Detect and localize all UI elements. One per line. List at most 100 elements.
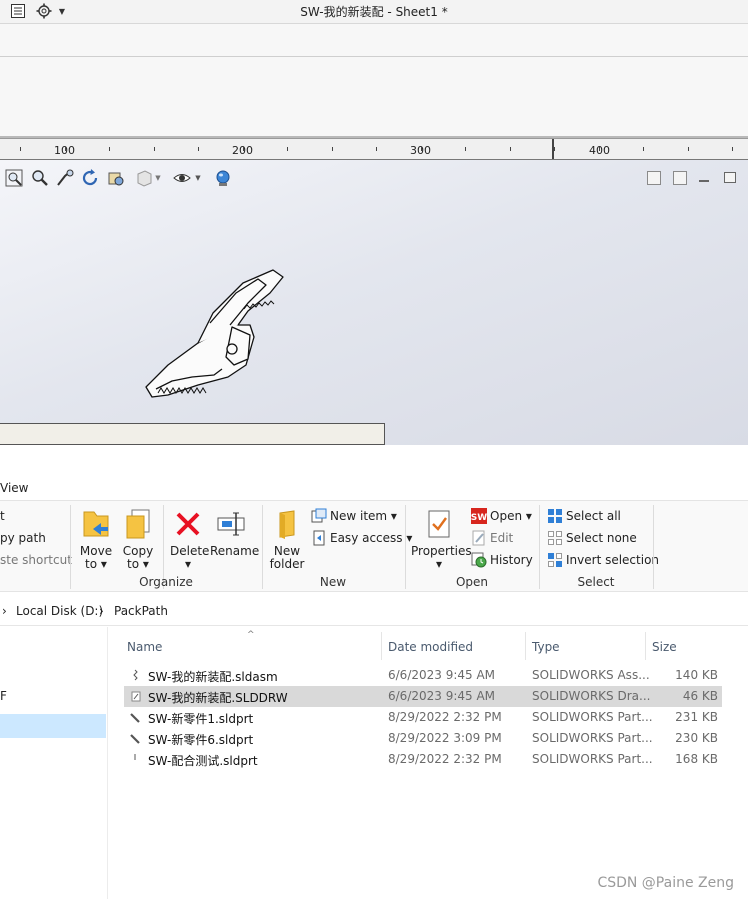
hide-show-icon[interactable] — [171, 167, 193, 189]
invert-selection-button[interactable]: Invert selection — [566, 553, 659, 567]
table-row[interactable]: SW-新零件6.sldprt 8/29/2022 3:09 PM SOLIDWO… — [124, 728, 722, 749]
ruler-tick — [243, 147, 244, 151]
delete-label: Delete ▾ — [170, 544, 210, 571]
new-item-icon — [311, 508, 327, 523]
ruler-tick — [599, 147, 600, 151]
column-header-date[interactable]: Date modified — [388, 640, 473, 654]
breadcrumb-packpath[interactable]: PackPath — [114, 604, 168, 618]
sw-title-bar: ▼ SW-我的新装配 - Sheet1 * — [0, 0, 748, 24]
ruler-tick — [198, 147, 199, 151]
history-icon — [471, 552, 487, 568]
table-row[interactable]: SW-新零件1.sldprt 8/29/2022 2:32 PM SOLIDWO… — [124, 707, 722, 728]
folder-icon — [279, 510, 295, 539]
ruler-cursor — [552, 139, 554, 159]
file-size: 230 KB — [675, 731, 718, 745]
divider — [645, 632, 646, 660]
file-size: 46 KB — [682, 689, 718, 703]
history-button[interactable]: History — [490, 553, 533, 567]
file-type: SOLIDWORKS Dra... — [532, 689, 651, 703]
explorer-ribbon: t py path ste shortcut Move to ▾ Copy to… — [0, 500, 748, 592]
navigation-pane[interactable]: F — [0, 627, 108, 899]
file-type: SOLIDWORKS Part... — [532, 752, 653, 766]
open-button[interactable]: Open ▾ — [490, 509, 532, 523]
properties-button[interactable]: Properties ▾ — [410, 507, 472, 571]
section-view-icon[interactable] — [105, 167, 127, 189]
file-list[interactable]: ^ Name Date modified Type Size SW-我的新装配.… — [108, 627, 748, 899]
breadcrumb-separator[interactable]: › — [99, 604, 104, 618]
paste-shortcut-button[interactable]: ste shortcut — [0, 553, 72, 567]
rotate-icon[interactable] — [79, 167, 101, 189]
sheet-tab-bar[interactable] — [0, 423, 385, 445]
horizontal-ruler: 100 200 300 400 — [0, 138, 748, 160]
column-header-size[interactable]: Size — [652, 640, 677, 654]
move-to-button[interactable]: Move to ▾ — [78, 507, 114, 571]
delete-button[interactable]: Delete ▾ — [168, 507, 210, 571]
file-date: 8/29/2022 2:32 PM — [388, 752, 502, 766]
copy-to-button[interactable]: Copy to ▾ — [120, 507, 156, 571]
file-type: SOLIDWORKS Part... — [532, 731, 653, 745]
svg-text:SW: SW — [471, 513, 487, 523]
zoom-to-fit-icon[interactable] — [3, 167, 25, 189]
divider — [653, 505, 654, 589]
ruler-tick — [65, 147, 66, 151]
file-date: 8/29/2022 2:32 PM — [388, 710, 502, 724]
drawing-view-part[interactable] — [138, 265, 288, 405]
breadcrumb-separator[interactable]: › — [2, 604, 7, 618]
properties-label: Properties ▾ — [411, 544, 472, 571]
cut-button[interactable]: t — [0, 509, 5, 523]
new-folder-button[interactable]: New folder — [268, 507, 306, 571]
previous-view-icon[interactable] — [54, 167, 76, 189]
minimize-icon[interactable] — [699, 180, 709, 182]
column-header-name[interactable]: Name — [127, 640, 162, 654]
ruler-tick — [20, 147, 21, 151]
part-file-icon — [130, 713, 140, 723]
edit-button[interactable]: Edit — [490, 531, 513, 545]
move-to-label: Move to ▾ — [79, 544, 113, 571]
easy-access-button[interactable]: Easy access ▾ — [330, 531, 412, 545]
group-label-organize: Organize — [139, 575, 193, 589]
solidworks-icon: SW — [471, 508, 487, 524]
rename-button[interactable]: Rename — [210, 507, 259, 558]
graphics-area[interactable]: ▼ ▼ — [0, 160, 748, 445]
select-all-icon — [548, 509, 562, 523]
file-name: SW-新零件1.sldprt — [148, 712, 254, 726]
tab-view[interactable]: View — [0, 481, 28, 495]
chevron-down-icon[interactable]: ▼ — [192, 167, 204, 189]
tile-left-icon[interactable] — [647, 171, 661, 185]
group-label-select: Select — [577, 575, 615, 589]
restore-icon[interactable] — [724, 172, 736, 183]
ruler-tick — [109, 147, 110, 151]
edit-icon — [472, 530, 485, 546]
rename-icon — [217, 512, 245, 536]
sort-ascending-icon: ^ — [247, 630, 255, 640]
move-to-icon — [83, 511, 109, 537]
file-size: 231 KB — [675, 710, 718, 724]
table-row[interactable]: SW-我的新装配.sldasm 6/6/2023 9:45 AM SOLIDWO… — [124, 665, 722, 686]
invert-selection-icon — [548, 553, 562, 567]
new-item-button[interactable]: New item ▾ — [330, 509, 397, 523]
copy-to-label: Copy to ▾ — [122, 544, 154, 571]
rename-label: Rename — [210, 544, 260, 558]
ruler-tick — [688, 147, 689, 151]
file-date: 8/29/2022 3:09 PM — [388, 731, 502, 745]
zoom-area-icon[interactable] — [28, 167, 50, 189]
appearance-icon[interactable] — [212, 167, 234, 189]
group-label-open: Open — [455, 575, 489, 589]
nav-item-selected[interactable] — [0, 714, 106, 738]
ruler-tick — [154, 147, 155, 151]
table-row-selected[interactable]: SW-我的新装配.SLDDRW 6/6/2023 9:45 AM SOLIDWO… — [124, 686, 722, 707]
table-row[interactable]: SW-配合测试.sldprt 8/29/2022 2:32 PM SOLIDWO… — [124, 749, 722, 770]
ruler-tick — [554, 147, 555, 151]
part-file-icon — [134, 754, 136, 760]
nav-item[interactable]: F — [0, 689, 7, 703]
properties-check-icon — [428, 510, 450, 538]
address-bar[interactable]: › Local Disk (D:) › PackPath — [0, 598, 748, 626]
select-all-button[interactable]: Select all — [566, 509, 621, 523]
copy-path-button[interactable]: py path — [0, 531, 46, 545]
breadcrumb-local-disk[interactable]: Local Disk (D:) — [16, 604, 103, 618]
tile-right-icon[interactable] — [673, 171, 687, 185]
select-none-button[interactable]: Select none — [566, 531, 637, 545]
part-file-icon — [130, 734, 140, 744]
column-header-type[interactable]: Type — [532, 640, 560, 654]
chevron-down-icon[interactable]: ▼ — [152, 167, 164, 189]
